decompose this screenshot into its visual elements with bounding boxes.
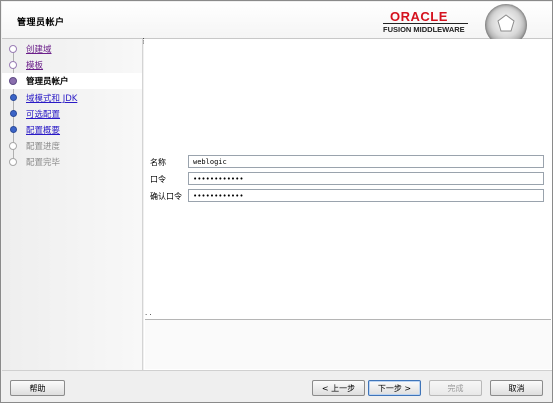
installer-window: 管理员帐户 ORACLE FUSION MIDDLEWARE ⋮ 创建域 模板 … <box>0 0 553 403</box>
cancel-button[interactable]: 取消 <box>490 380 543 396</box>
step-link-icon <box>9 110 17 117</box>
sidebar-item-label: 模板 <box>26 61 44 71</box>
pentagon-icon <box>497 14 515 32</box>
step-done-icon <box>9 45 17 53</box>
sidebar-item-label: 可选配置 <box>26 110 61 120</box>
sidebar-item-label: 创建域 <box>26 45 52 55</box>
help-button[interactable]: 帮助 <box>10 380 65 396</box>
confirm-password-input[interactable] <box>188 189 544 202</box>
sidebar-item-label: 配置概要 <box>26 126 61 136</box>
sidebar-item-label: 配置完毕 <box>26 158 61 168</box>
oracle-logo: ORACLE <box>390 9 448 24</box>
confirm-password-label: 确认口令 <box>150 192 182 201</box>
finish-button[interactable]: 完成 <box>429 380 482 396</box>
main-content: 名称 口令 确认口令 · · <box>144 39 552 370</box>
page-title: 管理员帐户 <box>17 18 65 28</box>
sidebar-item-create-domain[interactable]: 创建域 <box>2 41 142 57</box>
product-name: FUSION MIDDLEWARE <box>383 25 465 34</box>
step-link-icon <box>9 126 17 133</box>
sidebar-item-domain-mode-jdk[interactable]: 域模式和 JDK <box>2 90 142 106</box>
sidebar-item-label: 域模式和 JDK <box>26 94 78 104</box>
step-done-icon <box>9 61 17 69</box>
sidebar-item-label: 管理员帐户 <box>26 77 69 87</box>
sidebar-item-config-complete: 配置完毕 <box>2 154 142 170</box>
password-input[interactable] <box>188 172 544 185</box>
name-row: 名称 <box>150 155 550 169</box>
back-button[interactable]: < 上一步 <box>312 380 365 396</box>
header-bar: 管理员帐户 ORACLE FUSION MIDDLEWARE <box>2 2 552 46</box>
confirm-password-row: 确认口令 <box>150 189 550 203</box>
sidebar-item-config-summary[interactable]: 配置概要 <box>2 122 142 138</box>
navigation-sidebar: 创建域 模板 管理员帐户 域模式和 JDK 可选配置 配置概要 配置进度 配置完… <box>2 39 143 370</box>
step-current-icon <box>9 77 17 85</box>
sidebar-item-admin-account[interactable]: 管理员帐户 <box>2 73 142 89</box>
name-input[interactable] <box>188 155 544 168</box>
step-pending-icon <box>9 142 17 150</box>
footer-bar: 帮助 < 上一步 下一步 > 完成 取消 <box>2 370 552 402</box>
sidebar-item-templates[interactable]: 模板 <box>2 57 142 73</box>
logo-divider <box>383 23 468 24</box>
splitter-handle[interactable]: · · <box>145 311 152 319</box>
next-button[interactable]: 下一步 > <box>368 380 421 396</box>
step-link-icon <box>9 94 17 101</box>
message-area <box>145 319 551 369</box>
password-row: 口令 <box>150 172 550 186</box>
password-label: 口令 <box>150 175 166 184</box>
sidebar-item-label: 配置进度 <box>26 142 61 152</box>
sidebar-item-optional-config[interactable]: 可选配置 <box>2 106 142 122</box>
step-pending-icon <box>9 158 17 166</box>
sidebar-item-config-progress: 配置进度 <box>2 138 142 154</box>
name-label: 名称 <box>150 158 166 167</box>
